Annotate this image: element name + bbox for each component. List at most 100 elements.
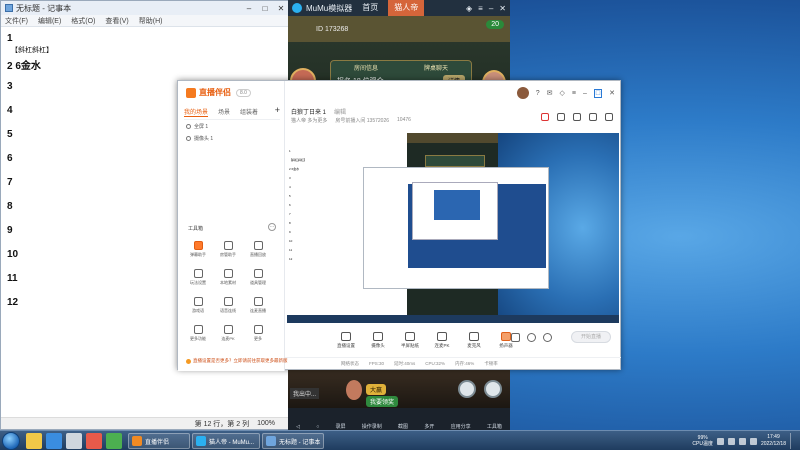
more-icon[interactable]: ··· [268, 223, 276, 231]
chip-big[interactable]: 大赢 [366, 384, 387, 395]
player-avatar-bottom[interactable] [346, 380, 362, 400]
cpu-indicator[interactable]: 99% CPU温度 [692, 435, 713, 447]
start-live-button[interactable]: 开始直播 [571, 331, 611, 343]
menu-icon[interactable]: ≡ [572, 90, 576, 97]
tool-button[interactable]: 连麦PK [216, 325, 240, 342]
toolbar-tools[interactable]: 工具箱 [487, 423, 502, 430]
timer-icon[interactable] [527, 333, 536, 342]
notepad-titlebar[interactable]: 无标题 - 记事本 – □ ✕ [1, 1, 289, 15]
action-button-1[interactable] [458, 380, 476, 398]
taskbar-task[interactable]: 无标题 - 记事本 [262, 433, 324, 449]
toolbar-multi[interactable]: 多开 [424, 423, 434, 430]
tool-button[interactable]: 道具管理 [246, 269, 270, 286]
share-icon[interactable] [557, 113, 565, 121]
skin-icon[interactable]: ◇ [560, 89, 565, 97]
tool-button[interactable]: 弹幕助手 [186, 241, 210, 258]
tab-game[interactable]: 猫人帝 [388, 0, 425, 16]
tool-button[interactable]: 更多功能 [186, 325, 210, 342]
menu-edit[interactable]: 编辑(E) [38, 16, 61, 26]
source-row[interactable]: 摄像头 1 [186, 135, 213, 142]
notepad-line: 1 [7, 33, 13, 44]
tool-button[interactable]: 房管助手 [216, 241, 240, 258]
taskbar-task[interactable]: 直播伴侣 [128, 433, 190, 449]
lock-icon[interactable] [573, 113, 581, 121]
settings-icon[interactable] [605, 113, 613, 121]
action-button-2[interactable] [484, 380, 502, 398]
update-warning[interactable]: 直播设置是否更多？立即请前往获取更多最新版 [186, 358, 288, 364]
close-icon[interactable]: ✕ [499, 4, 506, 13]
toolbar-macro[interactable]: 操作录制 [362, 423, 382, 430]
game-chip-badge[interactable]: 20 [486, 20, 504, 29]
volume-icon[interactable] [727, 437, 735, 445]
tool-button[interactable]: 语音连线 [216, 297, 240, 314]
camera-icon[interactable] [511, 333, 520, 342]
tab-scene[interactable]: 场景 [218, 107, 230, 117]
control-button[interactable]: 直播设置 [335, 331, 357, 349]
panel-tab-info[interactable]: 房间信息 [331, 61, 401, 72]
notepad-line: 3 [7, 81, 13, 92]
gift-icon[interactable]: ◈ [466, 4, 472, 13]
menu-view[interactable]: 查看(V) [105, 16, 128, 26]
menu-format[interactable]: 格式(O) [71, 16, 95, 26]
tab-home[interactable]: 首页 [356, 0, 384, 16]
start-button[interactable] [2, 432, 20, 450]
maximize-icon[interactable]: □ [257, 4, 273, 13]
gift-icon[interactable] [541, 113, 549, 121]
tool-icon [223, 269, 233, 278]
settings-icon[interactable] [543, 333, 552, 342]
menu-help[interactable]: 帮助(H) [139, 16, 163, 26]
toolbar-share[interactable]: 应用分享 [451, 423, 471, 430]
tool-button[interactable]: 直播回放 [246, 241, 270, 258]
close-icon[interactable]: ✕ [609, 89, 615, 97]
eye-icon[interactable] [186, 136, 191, 141]
tool-button[interactable]: 连麦直播 [246, 297, 270, 314]
menu-file[interactable]: 文件(F) [5, 16, 28, 26]
tab-assemble[interactable]: 组装着 [240, 107, 258, 117]
mail-icon[interactable]: ✉ [547, 89, 553, 97]
control-button[interactable]: 麦克风 [463, 331, 485, 349]
live-preview[interactable]: 1 【斜杠斜杠】 2 6金水 3 4 5 6 7 8 9 10 11 12 [287, 133, 619, 323]
toolbar-screenshot[interactable]: 截图 [398, 423, 408, 430]
menu-icon[interactable]: ≡ [478, 4, 483, 13]
chip-small[interactable]: 我要领奖 [366, 396, 399, 407]
tool-button[interactable]: 玩法设置 [186, 269, 210, 286]
close-icon[interactable]: ✕ [273, 4, 289, 13]
help-icon[interactable]: ? [536, 90, 540, 97]
flag-icon[interactable] [738, 437, 746, 445]
tool-label: 连麦直播 [250, 308, 266, 313]
mumu-titlebar[interactable]: MuMu模拟器 首页 猫人帝 ◈ ≡ – ✕ [288, 0, 510, 16]
browser-icon[interactable] [46, 433, 62, 449]
notepad-line: 6 [7, 153, 13, 164]
room-title[interactable]: 白狼丁日来 1 [291, 107, 326, 116]
tab-my-scene[interactable]: 我的场景 [184, 107, 209, 117]
toolbar-record[interactable]: 录屏 [336, 423, 346, 430]
network-icon[interactable] [716, 437, 724, 445]
source-row[interactable]: 全屏 1 [186, 123, 208, 130]
folder-icon[interactable] [66, 433, 82, 449]
taskbar-task[interactable]: 猫人帝 - MuMu... [192, 433, 260, 449]
media-icon[interactable] [86, 433, 102, 449]
show-desktop-button[interactable] [790, 433, 796, 449]
minimize-icon[interactable]: – [489, 4, 493, 13]
version-badge[interactable]: 8.0 [236, 88, 251, 97]
room-edit-link[interactable]: 编辑 [334, 107, 346, 116]
add-scene-icon[interactable]: + [275, 106, 280, 117]
eye-icon[interactable] [186, 124, 191, 129]
app-icon[interactable] [106, 433, 122, 449]
control-button[interactable]: 摄像头 [367, 331, 389, 349]
maximize-icon[interactable]: □ [593, 88, 603, 98]
panel-tab-chat[interactable]: 牌桌聊天 [401, 61, 471, 72]
tool-button[interactable]: 更多 [246, 325, 270, 342]
minimize-icon[interactable]: – [241, 4, 257, 13]
control-button[interactable]: 半屏贴纸 [399, 331, 421, 349]
control-button[interactable]: 连麦PK [431, 331, 453, 349]
clock[interactable]: 17:49 2022/12/18 [761, 434, 786, 448]
minimize-icon[interactable]: – [583, 90, 587, 97]
user-avatar[interactable] [516, 87, 529, 99]
tool-button[interactable]: 游戏语 [186, 297, 210, 314]
copy-icon[interactable] [589, 113, 597, 121]
explorer-icon[interactable] [26, 433, 42, 449]
tool-button[interactable]: 本地素材 [216, 269, 240, 286]
preview-notepad-line: 【斜杠斜杠】 [289, 158, 308, 162]
input-method-icon[interactable] [749, 437, 757, 445]
